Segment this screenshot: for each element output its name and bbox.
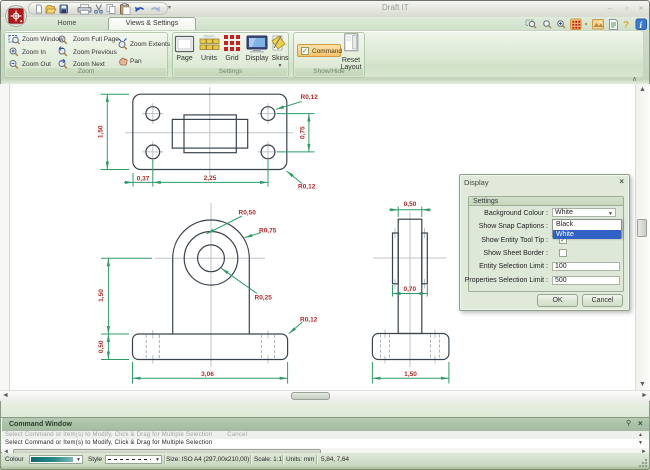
- svg-text:?: ?: [623, 20, 629, 30]
- svg-text:R0,25: R0,25: [255, 294, 273, 301]
- svg-text:R0,12: R0,12: [301, 94, 319, 101]
- svg-text:1,50: 1,50: [98, 289, 105, 302]
- svg-text:R0,50: R0,50: [239, 209, 257, 216]
- svg-text:R0,75: R0,75: [259, 227, 277, 234]
- svg-text:0,50: 0,50: [404, 201, 417, 208]
- svg-text:25mm: 25mm: [203, 34, 215, 39]
- svg-text:R0,12: R0,12: [298, 184, 316, 191]
- svg-text:1,50: 1,50: [97, 125, 104, 138]
- svg-text:R0,12: R0,12: [300, 316, 318, 323]
- svg-text:0,70: 0,70: [403, 286, 416, 293]
- svg-text:1,50: 1,50: [404, 371, 417, 378]
- svg-text:0,50: 0,50: [98, 340, 105, 353]
- svg-text:0,75: 0,75: [299, 126, 306, 139]
- svg-text:2,25: 2,25: [204, 175, 217, 182]
- svg-text:3,06: 3,06: [201, 371, 214, 378]
- svg-text:0,37: 0,37: [137, 175, 150, 182]
